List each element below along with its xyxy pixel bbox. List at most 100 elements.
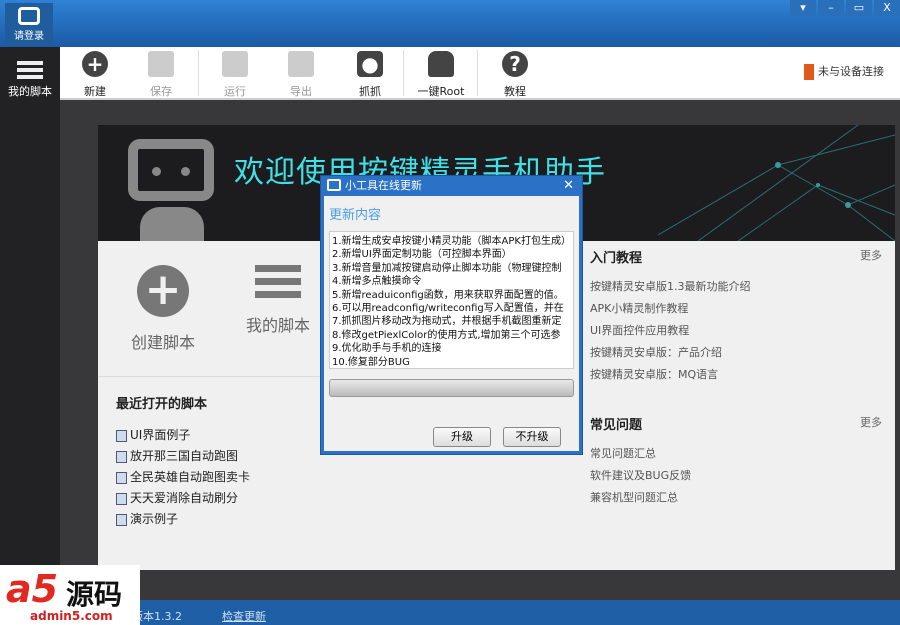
- list-icon: [17, 61, 43, 79]
- log-line: 7.抓抓图片移动改为拖动式，并根据手机截图重新定: [332, 316, 562, 328]
- script-file-icon: [116, 513, 127, 526]
- close-button[interactable]: X: [874, 0, 900, 16]
- root-button[interactable]: 一键Root: [410, 51, 472, 99]
- help-icon: ?: [502, 51, 528, 77]
- plus-circle-icon: +: [137, 265, 189, 317]
- tutorial-link[interactable]: 按键精灵安卓版：MQ语言: [590, 366, 882, 388]
- export-icon: [288, 51, 314, 77]
- log-line: 3.新增音量加减按键启动停止脚本功能（物理键控制: [332, 262, 562, 274]
- phone-disconnected-icon: [804, 64, 814, 80]
- update-log[interactable]: 1.新增生成安卓按键小精灵功能（脚本APK打包生成） 2.新增UI界面定制功能（…: [329, 231, 574, 369]
- sidebar-item-my-scripts[interactable]: 我的脚本: [0, 61, 60, 99]
- tutorial-link[interactable]: APK小精灵制作教程: [590, 300, 882, 322]
- tutorial-button[interactable]: ? 教程: [484, 51, 546, 99]
- watermark-url: admin5.com: [30, 609, 113, 623]
- faq-title: 常见问题: [590, 418, 643, 433]
- tutorials-title: 入门教程: [590, 251, 643, 266]
- no-upgrade-button[interactable]: 不升级: [503, 427, 561, 447]
- minimize-button[interactable]: –: [818, 0, 844, 16]
- export-button[interactable]: 导出: [270, 51, 332, 99]
- log-line: 8.修改getPiexlColor的使用方式,增加第三个可选参: [332, 329, 561, 341]
- title-bar: 请登录 ▾ – ▭ X: [0, 0, 900, 47]
- maximize-button[interactable]: ▭: [846, 0, 872, 16]
- check-update-link[interactable]: 检查更新: [222, 608, 266, 624]
- dialog-title: 小工具在线更新: [345, 179, 422, 192]
- network-decoration: [658, 125, 895, 241]
- run-label: 运行: [224, 85, 246, 98]
- item-label: 全民英雄自动跑图卖卡: [130, 470, 251, 484]
- faq-link[interactable]: 软件建议及BUG反馈: [590, 467, 882, 489]
- divider: [477, 50, 478, 96]
- watermark-logo: a5 源码 admin5.com: [0, 565, 140, 625]
- tutorials-more-link[interactable]: 更多: [860, 247, 882, 263]
- android-icon: [428, 51, 454, 77]
- robot-icon: [327, 179, 341, 191]
- divider: [198, 50, 199, 96]
- script-file-icon: [116, 492, 127, 505]
- tutorial-link[interactable]: UI界面控件应用教程: [590, 322, 882, 344]
- tutorial-label: 教程: [504, 85, 526, 98]
- device-status-label: 未与设备连接: [818, 65, 884, 78]
- list-item[interactable]: 放开那三国自动跑图: [116, 447, 250, 468]
- login-button[interactable]: 请登录: [5, 3, 53, 45]
- my-scripts-button[interactable]: 我的脚本: [228, 265, 328, 336]
- new-label: 新建: [84, 85, 106, 98]
- root-label: 一键Root: [417, 85, 465, 98]
- script-file-icon: [116, 471, 127, 484]
- upgrade-button[interactable]: 升级: [433, 427, 491, 447]
- save-label: 保存: [150, 85, 172, 98]
- list-item[interactable]: UI界面例子: [116, 426, 250, 447]
- list-item[interactable]: 演示例子: [116, 510, 250, 531]
- capture-button[interactable]: ● 抓抓: [339, 51, 401, 99]
- item-label: UI界面例子: [130, 428, 191, 442]
- tutorial-link[interactable]: 按键精灵安卓版：产品介绍: [590, 344, 882, 366]
- log-line: 9.优化助手与手机的连接: [332, 343, 442, 355]
- log-line: 6.可以用readconfig/writeconfig写入配置值，并在: [332, 303, 564, 315]
- item-label: 放开那三国自动跑图: [130, 449, 239, 463]
- log-line: 5.新增readuiconfig函数，用来获取界面配置的值。: [332, 289, 564, 301]
- list-item[interactable]: 天天爱消除自动刷分: [116, 489, 250, 510]
- item-label: 天天爱消除自动刷分: [130, 491, 239, 505]
- faq-more-link[interactable]: 更多: [860, 414, 882, 430]
- menu-dropdown-button[interactable]: ▾: [790, 0, 816, 16]
- script-file-icon: [116, 429, 127, 442]
- list-item[interactable]: 全民英雄自动跑图卖卡: [116, 468, 250, 489]
- create-script-label: 创建脚本: [130, 333, 195, 352]
- robot-logo-icon: [128, 139, 214, 201]
- item-label: 演示例子: [130, 512, 179, 526]
- robot-body: [140, 207, 204, 241]
- save-button[interactable]: 保存: [130, 51, 192, 99]
- recent-scripts: 最近打开的脚本 UI界面例子 放开那三国自动跑图 全民英雄自动跑图卖卡 天天爱消…: [116, 393, 250, 531]
- plus-circle-icon: +: [82, 51, 108, 77]
- tutorials-section: 入门教程 更多 按键精灵安卓版1.3最新功能介绍 APK小精灵制作教程 UI界面控…: [590, 247, 882, 511]
- save-icon: [148, 51, 174, 77]
- progress-bar: [329, 379, 574, 397]
- new-button[interactable]: + 新建: [64, 51, 126, 99]
- toolbar: + 新建 保存 运行 导出 ● 抓抓 一键Root ? 教程 未与设备连接: [60, 47, 900, 100]
- create-script-button[interactable]: + 创建脚本: [113, 265, 213, 353]
- recent-title: 最近打开的脚本: [116, 397, 208, 412]
- my-scripts-label: 我的脚本: [245, 316, 310, 335]
- log-line: 4.新增多点触摸命令: [332, 276, 422, 288]
- device-status[interactable]: 未与设备连接: [804, 63, 884, 80]
- sidebar-item-label: 我的脚本: [8, 85, 52, 98]
- log-line: 2.新增UI界面定制功能（可控脚本界面）: [332, 249, 512, 261]
- dialog-heading: 更新内容: [329, 208, 382, 223]
- export-label: 导出: [290, 85, 312, 98]
- run-icon: [222, 51, 248, 77]
- run-button[interactable]: 运行: [204, 51, 266, 99]
- camera-icon: ●: [357, 51, 383, 77]
- close-icon[interactable]: ✕: [563, 176, 574, 196]
- log-line: 10.修复部分BUG: [332, 356, 410, 368]
- list-icon: [255, 265, 301, 298]
- watermark-mark: 源码: [66, 578, 123, 611]
- faq-link[interactable]: 兼容机型问题汇总: [590, 489, 882, 511]
- script-file-icon: [116, 450, 127, 463]
- capture-label: 抓抓: [359, 85, 381, 98]
- robot-avatar-icon: [18, 7, 40, 25]
- tutorial-link[interactable]: 按键精灵安卓版1.3最新功能介绍: [590, 278, 882, 300]
- login-label: 请登录: [14, 31, 44, 42]
- update-dialog: 小工具在线更新 ✕ 更新内容 1.新增生成安卓按键小精灵功能（脚本APK打包生成）…: [320, 175, 583, 455]
- faq-link[interactable]: 常见问题汇总: [590, 445, 882, 467]
- divider: [403, 50, 404, 96]
